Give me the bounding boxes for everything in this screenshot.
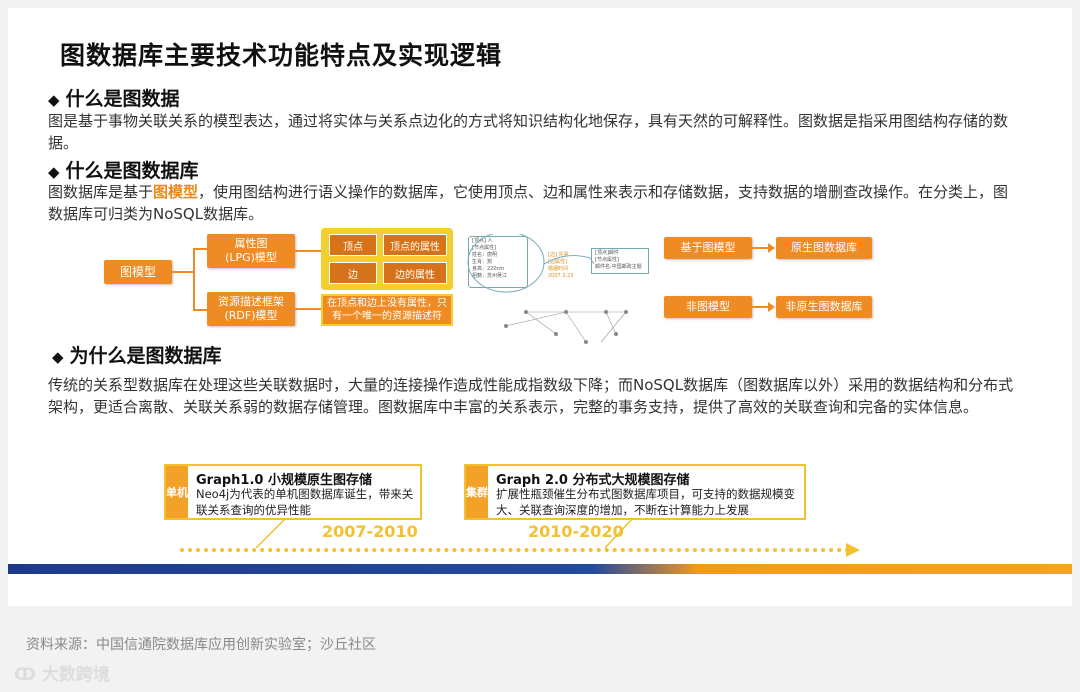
lpg-properties-panel: 顶点 顶点的属性 边 边的属性 — [321, 228, 453, 290]
timeline-axis — [180, 548, 850, 552]
diamond-bullet-icon: ◆ — [52, 348, 64, 366]
diamond-bullet-icon: ◆ — [48, 163, 60, 181]
prop-edge-attr: 边的属性 — [383, 262, 447, 284]
timeline-year-2: 2010-2020 — [528, 522, 624, 541]
rdf-note: 在顶点和边上没有属性，只有一个唯一的资源描述符 — [321, 294, 453, 326]
arrow-right-icon — [752, 302, 775, 312]
watermark-logo-icon: ↀ — [14, 665, 42, 685]
node-native-graph-db: 原生图数据库 — [776, 237, 872, 259]
tag-cluster: 集群 — [466, 466, 488, 518]
node-graph-based: 基于图模型 — [664, 237, 752, 259]
page-title: 图数据库主要技术功能特点及实现逻辑 — [60, 41, 503, 70]
heading-text: 什么是图数据库 — [65, 160, 199, 182]
source-note: 资料来源：中国信通院数据库应用创新实验室；沙丘社区 — [26, 637, 376, 653]
highlight-graph-model: 图模型 — [153, 183, 199, 201]
prop-edge: 边 — [329, 262, 377, 284]
node-lpg-model: 属性图 (LPG)模型 — [207, 234, 295, 268]
diamond-bullet-icon: ◆ — [48, 91, 60, 109]
footer-band — [8, 564, 1072, 574]
mini-graph-sketch — [467, 234, 628, 344]
timeline-year-1: 2007-2010 — [322, 522, 418, 541]
paragraph-graph-data: 图是基于事物关联关系的模型表达，通过将实体与关系点边化的方式将知识结构化地保存，… — [48, 112, 1009, 152]
timeline-body: 扩展性瓶颈催生分布式图数据库项目，可支持的数据规模变大、关联查询深度的增加，不断… — [496, 487, 795, 517]
watermark: ↀ 大数跨境 — [14, 660, 110, 685]
connector — [295, 308, 321, 310]
node-rdf-model: 资源描述框架 (RDF)模型 — [207, 292, 295, 326]
prop-vertex-attr: 顶点的属性 — [383, 234, 447, 256]
connector — [172, 271, 194, 273]
arrow-right-icon — [752, 243, 775, 253]
connector — [295, 250, 321, 252]
node-non-graph: 非图模型 — [664, 296, 752, 318]
node-non-native-graph-db: 非原生图数据库 — [776, 296, 872, 318]
timeline-card-graph1: 单机 Graph1.0 小规模原生图存储 Neo4j为代表的单机图数据库诞生，带… — [164, 464, 422, 520]
node-graph-model: 图模型 — [104, 260, 172, 284]
tag-standalone: 单机 — [166, 466, 188, 518]
heading-what-is-graph-db: ◆ 什么是图数据库 — [48, 156, 199, 183]
paragraph-why-graph-db: 传统的关系型数据库在处理这些关联数据时，大量的连接操作造成性能成指数级下降；而N… — [48, 376, 1014, 416]
connector — [193, 309, 207, 311]
connector — [193, 248, 195, 310]
heading-why-graph-db: ◆ 为什么是图数据库 — [52, 341, 222, 368]
text-pre: 图数据库是基于 — [48, 183, 154, 201]
heading-what-is-graph-data: ◆ 什么是图数据 — [48, 84, 180, 111]
heading-text: 什么是图数据 — [65, 88, 180, 110]
prop-vertex: 顶点 — [329, 234, 377, 256]
connector — [193, 248, 207, 250]
paragraph-graph-db: 图数据库是基于图模型，使用图结构进行语义操作的数据库，它使用顶点、边和属性来表示… — [48, 181, 1013, 225]
heading-text: 为什么是图数据库 — [69, 345, 222, 367]
watermark-text: 大数跨境 — [41, 665, 110, 685]
timeline-card-graph2: 集群 Graph 2.0 分布式大规模图存储 扩展性瓶颈催生分布式图数据库项目，… — [464, 464, 806, 520]
timeline-arrowhead-icon — [846, 543, 860, 557]
timeline-body: Neo4j为代表的单机图数据库诞生，带来关联关系查询的优异性能 — [196, 487, 414, 517]
slide: 图数据库主要技术功能特点及实现逻辑 ◆ 什么是图数据 图是基于事物关联关系的模型表… — [8, 8, 1072, 606]
